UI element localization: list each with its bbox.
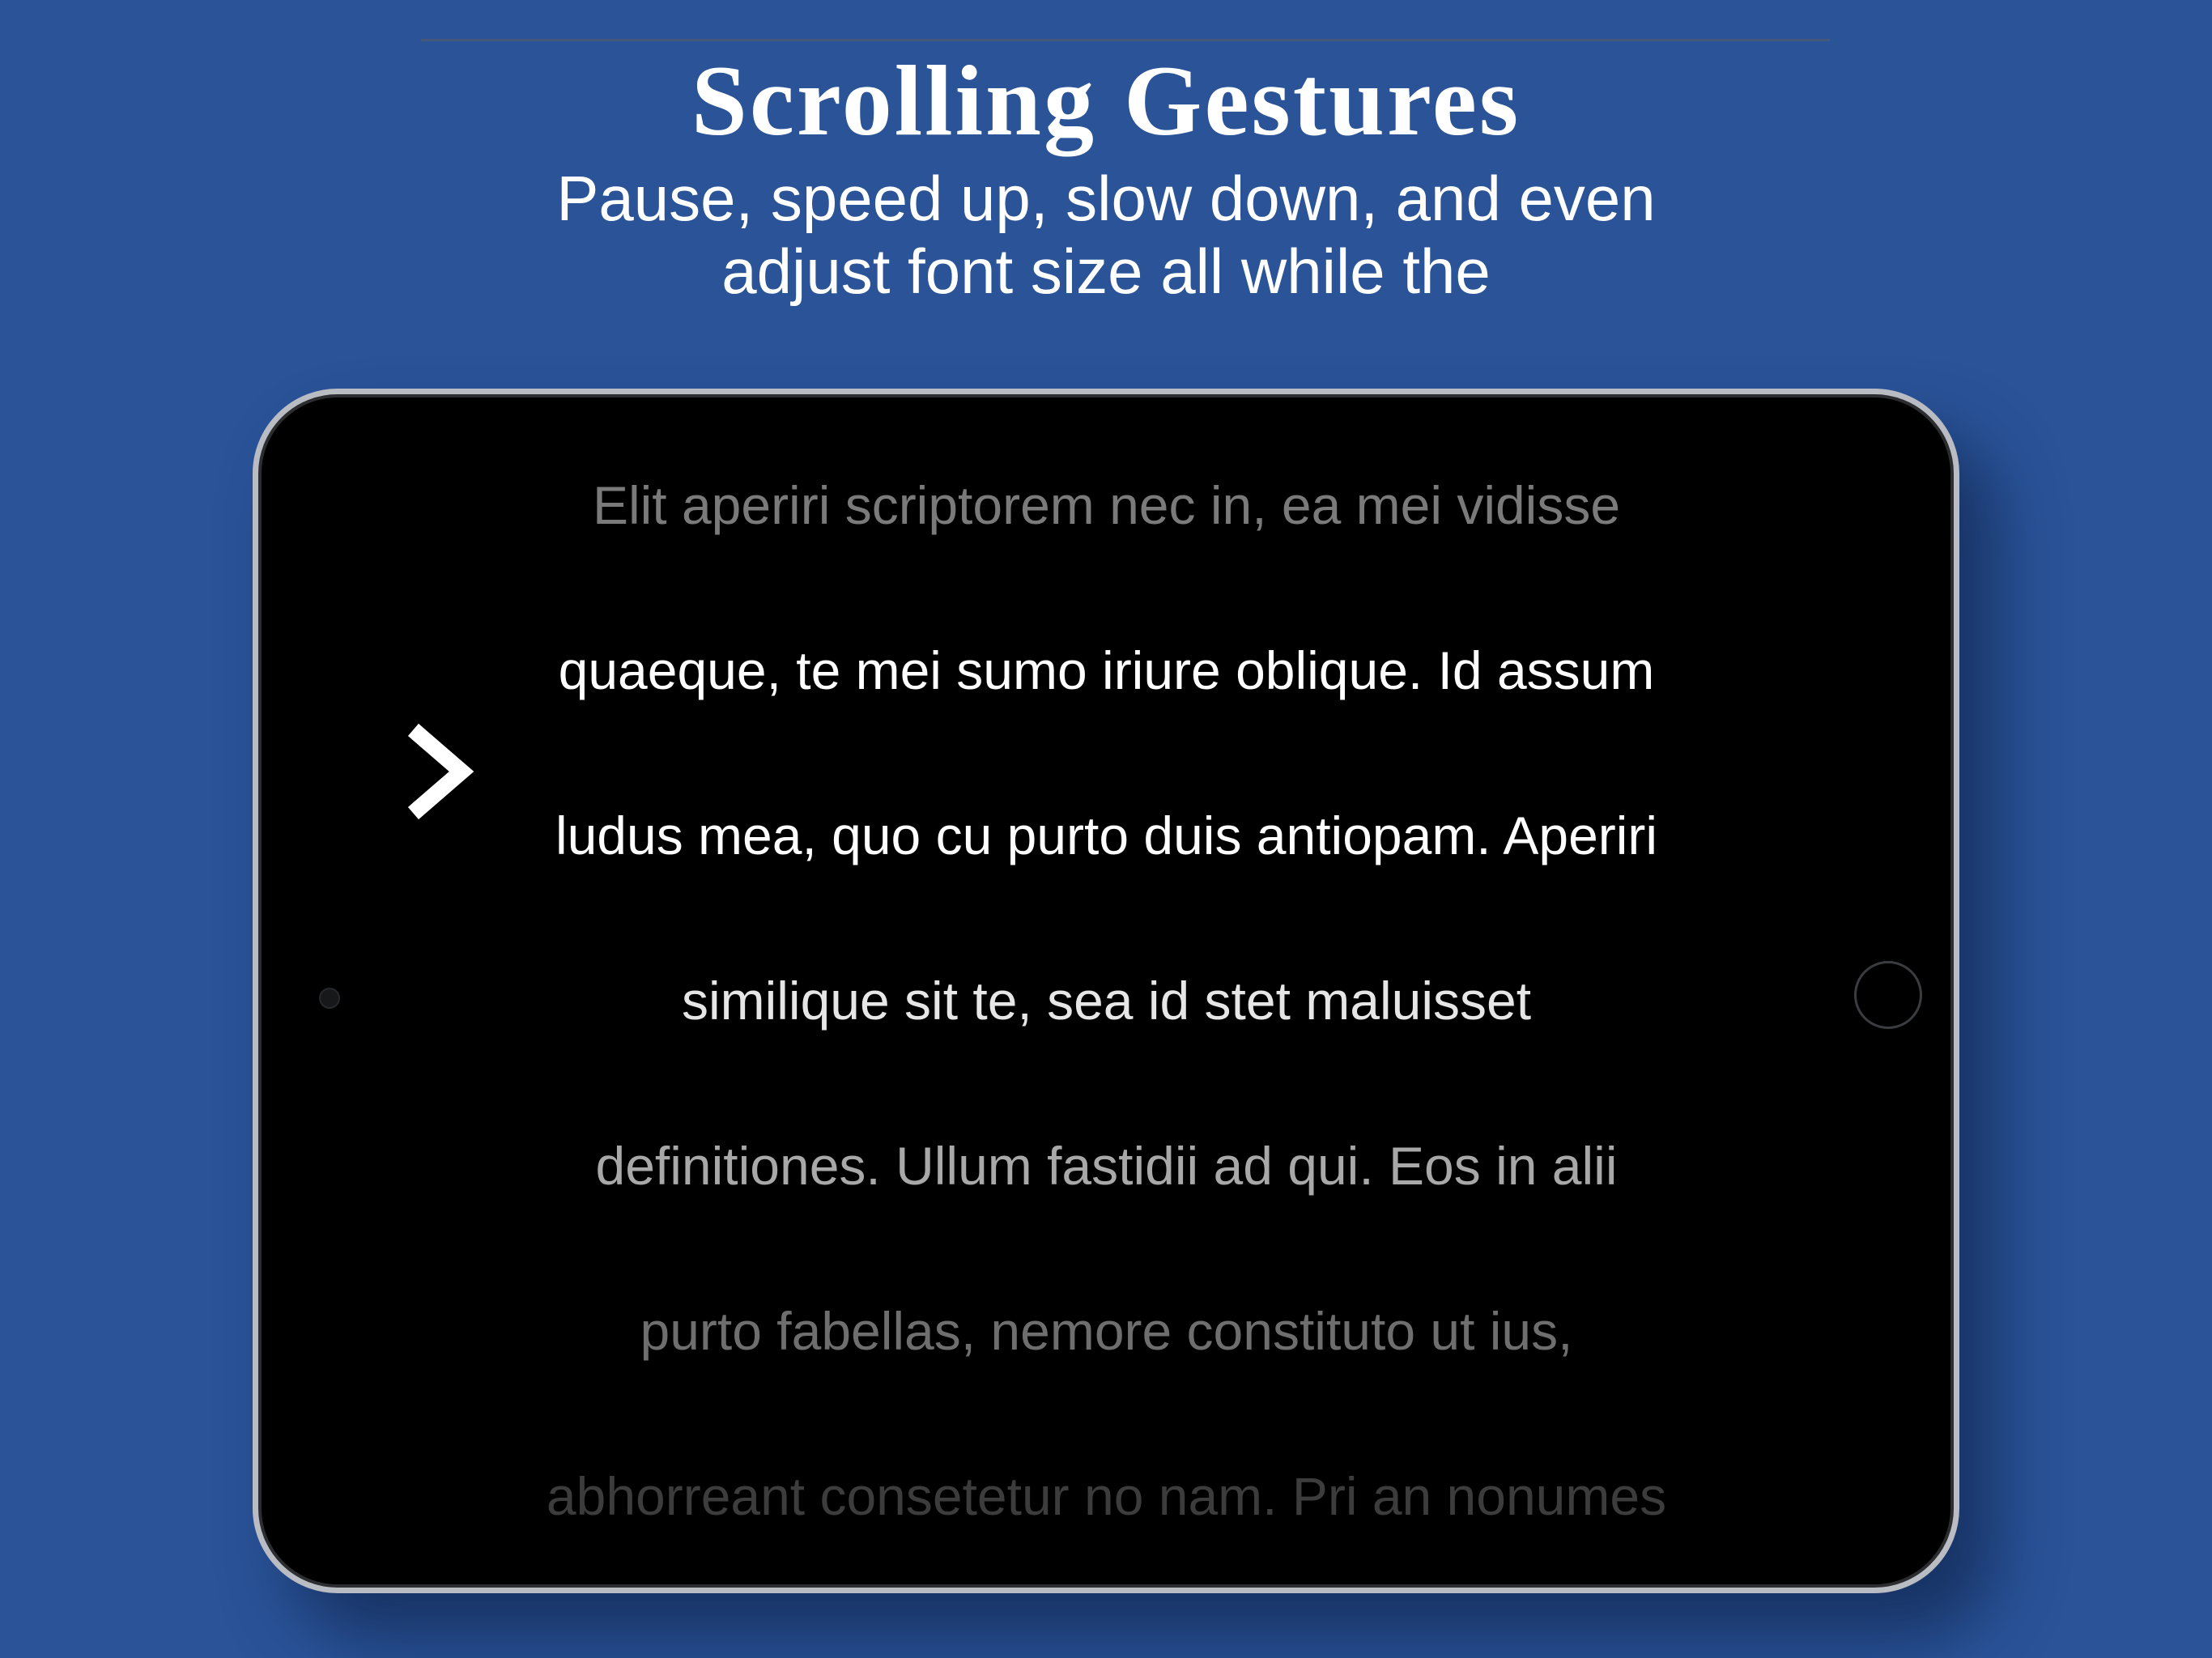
teleprompter-line: quaeque, te mei sumo iriure oblique. Id … [558, 640, 1655, 700]
chevron-right-icon [407, 723, 474, 820]
screen-top-edge [421, 39, 1830, 41]
teleprompter-line: abhorreant consetetur no nam. Pri an non… [546, 1466, 1667, 1526]
teleprompter-line: purto fabellas, nemore constituto ut ius… [640, 1301, 1573, 1361]
subtitle-line-2: adjust font size all while the [721, 236, 1491, 307]
home-button-icon[interactable] [1854, 961, 1922, 1029]
teleprompter-line: definitiones. Ullum fastidii ad qui. Eos… [595, 1136, 1618, 1196]
teleprompter-screen[interactable]: Elit aperiri scriptorem nec in, ea mei v… [380, 431, 1833, 1552]
tablet-device: Elit aperiri scriptorem nec in, ea mei v… [253, 389, 1959, 1593]
teleprompter-line: Elit aperiri scriptorem nec in, ea mei v… [592, 475, 1621, 535]
subtitle-line-1: Pause, speed up, slow down, and even [556, 163, 1656, 234]
page-title: Scrolling Gestures [691, 45, 1521, 156]
teleprompter-line: similique sit te, sea id stet maluisset [681, 971, 1532, 1031]
camera-dot-icon [319, 988, 340, 1009]
teleprompter-line: ludus mea, quo cu purto duis antiopam. A… [555, 806, 1658, 865]
page-subtitle: Pause, speed up, slow down, and even adj… [0, 162, 2212, 308]
